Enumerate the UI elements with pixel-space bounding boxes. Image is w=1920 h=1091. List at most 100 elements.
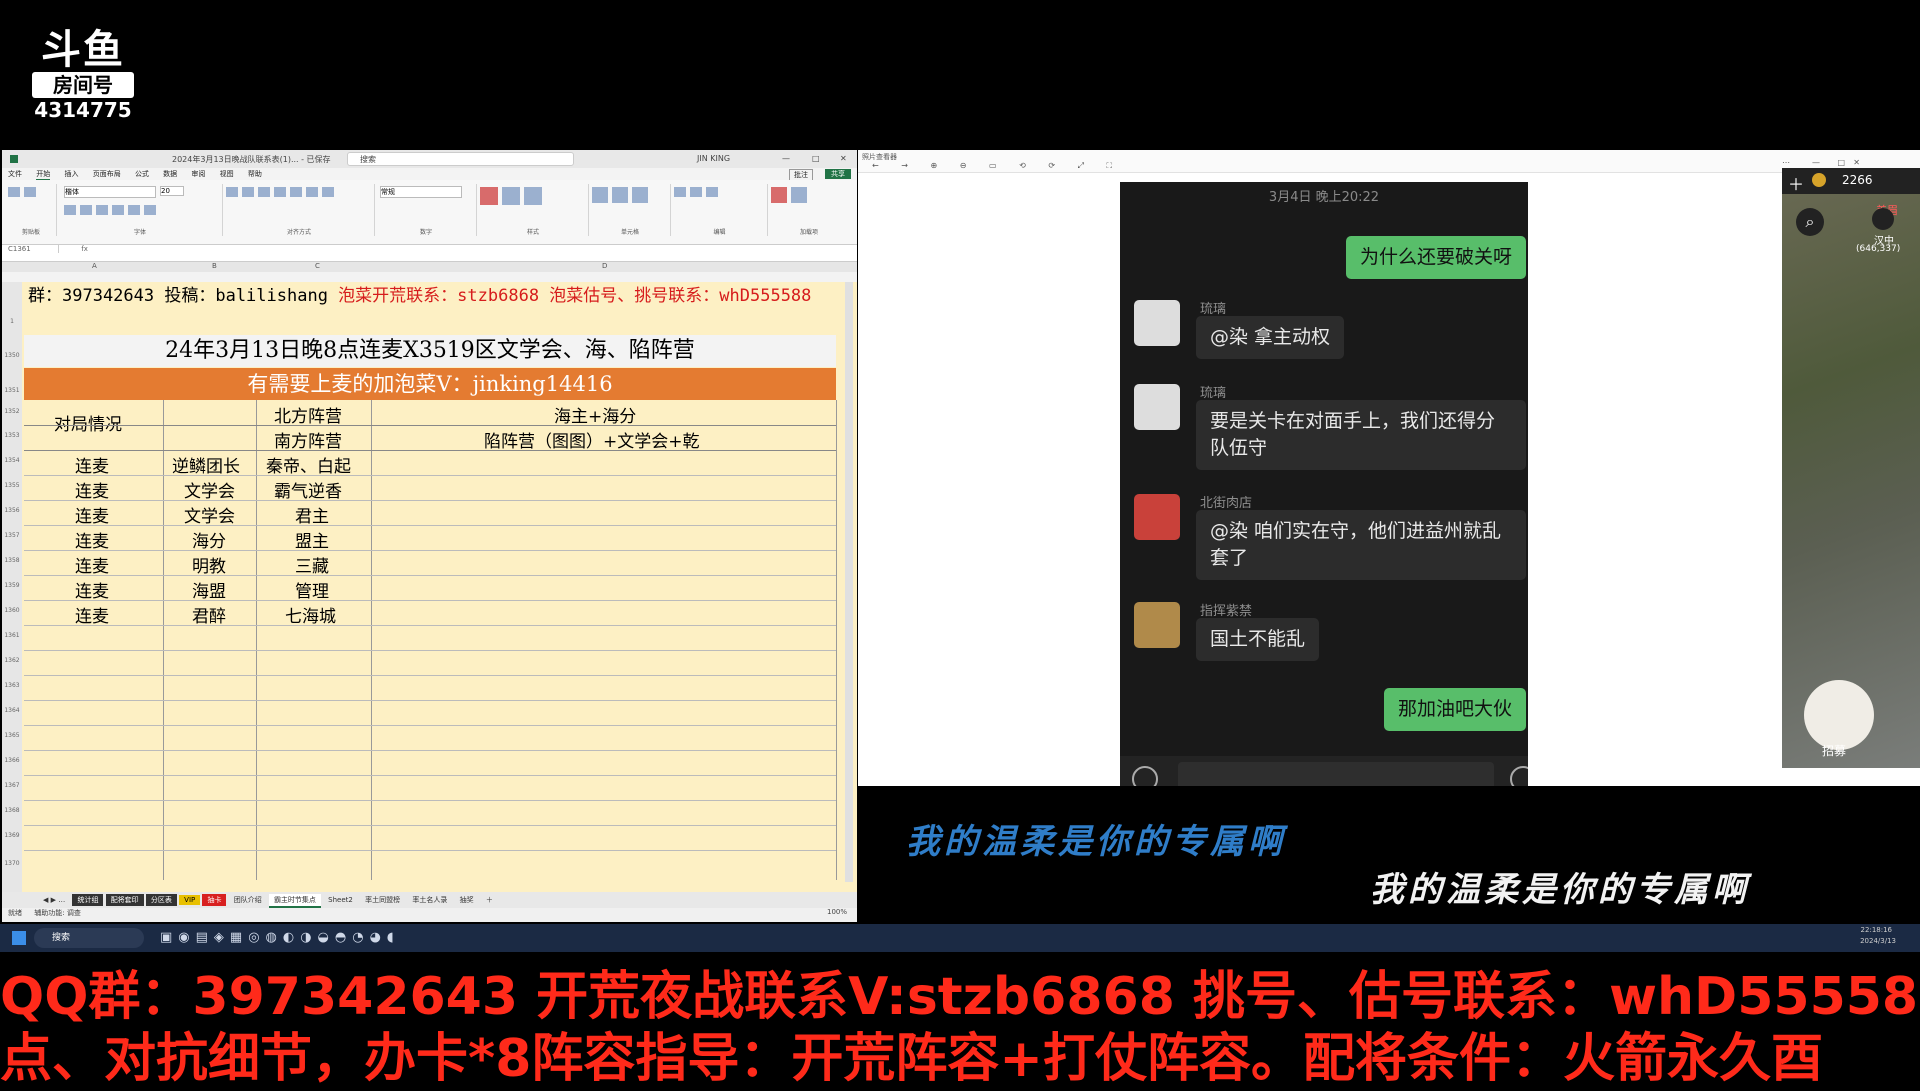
menu-view[interactable]: 视图 xyxy=(220,169,234,179)
minimize-icon[interactable]: — xyxy=(1812,158,1820,167)
ribbon-clipboard[interactable]: 剪贴板 xyxy=(6,184,57,236)
table-cell[interactable]: 君醉 xyxy=(192,602,226,627)
start-icon[interactable] xyxy=(12,931,26,945)
table-cell[interactable]: 霸气逆香 xyxy=(274,477,342,502)
maximize-icon[interactable]: □ xyxy=(812,154,820,163)
north-camp-label[interactable]: 北方阵营 xyxy=(274,402,342,427)
minimize-icon[interactable]: — xyxy=(782,154,790,163)
row-number[interactable]: 1369 xyxy=(2,832,22,839)
taskbar-app-icons[interactable]: ▣◉▤◈▦◎◍◐◑◒◓◔◕◖ xyxy=(160,930,400,945)
row-number[interactable]: 1357 xyxy=(2,532,22,539)
menu-formulas[interactable]: 公式 xyxy=(135,169,149,179)
menu-page-layout[interactable]: 页面布局 xyxy=(93,169,121,179)
sheet-tab-active[interactable]: 霸主时节集点 xyxy=(268,894,321,908)
table-cell[interactable]: 连麦 xyxy=(75,577,109,602)
orange-banner[interactable]: 有需要上麦的加泡菜V：jinking14416 xyxy=(24,368,836,400)
col-header-d[interactable]: D xyxy=(602,262,607,270)
row-number[interactable]: 1364 xyxy=(2,707,22,714)
row-number[interactable]: 1352 xyxy=(2,408,22,415)
table-cell[interactable]: 文学会 xyxy=(184,477,235,502)
row-number[interactable]: 1356 xyxy=(2,507,22,514)
recruit-label[interactable]: 招募 xyxy=(1822,742,1846,759)
taskbar-time[interactable]: 22:18:16 xyxy=(1861,926,1892,934)
font-size-select[interactable]: 20 xyxy=(160,186,184,196)
table-cell[interactable]: 连麦 xyxy=(75,477,109,502)
row-number[interactable]: 1 xyxy=(2,318,22,325)
ribbon-alignment[interactable]: 对齐方式 xyxy=(224,184,375,236)
sheet-tab[interactable]: 配将套印 xyxy=(105,894,144,906)
table-cell[interactable]: 连麦 xyxy=(75,452,109,477)
sheet-tab[interactable]: 分区表 xyxy=(145,894,177,906)
row-number[interactable]: 1368 xyxy=(2,807,22,814)
sheet-tab[interactable]: VIP xyxy=(179,895,201,905)
row-number[interactable]: 1358 xyxy=(2,557,22,564)
table-cell[interactable]: 连麦 xyxy=(75,502,109,527)
row-number[interactable]: 1370 xyxy=(2,860,22,867)
south-camp-detail[interactable]: 陷阵营（图图）+文学会+乾 xyxy=(484,427,700,452)
ribbon-addins[interactable]: 加载项 xyxy=(769,184,849,236)
table-cell[interactable]: 三藏 xyxy=(295,552,329,577)
col-header-a[interactable]: A xyxy=(92,262,97,270)
row-number[interactable]: 1367 xyxy=(2,782,22,789)
table-cell[interactable]: 七海城 xyxy=(285,602,336,627)
table-cell[interactable]: 逆鳞团长 xyxy=(172,452,240,477)
row-number[interactable]: 1359 xyxy=(2,582,22,589)
table-cell[interactable]: 明教 xyxy=(192,552,226,577)
excel-search-box[interactable]: 搜索 xyxy=(347,152,574,166)
col-header-b[interactable]: B xyxy=(212,262,217,270)
row-number[interactable]: 1361 xyxy=(2,632,22,639)
sheet-grid[interactable]: 1 1350 1351 1352 1353 1354 1355 1356 135… xyxy=(2,282,857,892)
menu-review[interactable]: 审阅 xyxy=(191,169,205,179)
excel-search-input[interactable]: 搜索 xyxy=(360,154,376,165)
search-icon[interactable]: ⌕ xyxy=(1796,208,1824,236)
row-number[interactable]: 1363 xyxy=(2,682,22,689)
ribbon-number[interactable]: 常规 数字 xyxy=(376,184,477,236)
excel-user[interactable]: JIN KING xyxy=(697,154,730,163)
header-contact-row[interactable]: 群：397342643 投稿：balilishang 泡菜开荒联系：stzb68… xyxy=(24,282,836,334)
number-format-select[interactable]: 常规 xyxy=(380,186,462,198)
row-number[interactable]: 1353 xyxy=(2,432,22,439)
table-cell[interactable]: 秦帝、白起 xyxy=(266,452,351,477)
ribbon-font[interactable]: 楷体 20 字体 xyxy=(58,184,223,236)
row-number[interactable]: 1355 xyxy=(2,482,22,489)
sheet-tab[interactable]: 统计组 xyxy=(72,894,104,906)
sheet-tab[interactable]: 抽奖 xyxy=(455,894,479,906)
row-number[interactable]: 1360 xyxy=(2,607,22,614)
ribbon-editing[interactable]: 编辑 xyxy=(672,184,768,236)
formula-bar[interactable]: C1361 fx xyxy=(2,245,857,262)
zoom-level[interactable]: 100% xyxy=(827,908,847,916)
table-cell[interactable]: 君主 xyxy=(295,502,329,527)
sheet-tab[interactable]: 团队介绍 xyxy=(229,894,267,906)
share-button[interactable]: 共享 xyxy=(825,169,851,179)
menu-data[interactable]: 数据 xyxy=(163,169,177,179)
row-number[interactable]: 1365 xyxy=(2,732,22,739)
row-number[interactable]: 1362 xyxy=(2,657,22,664)
label-match-status[interactable]: 对局情况 xyxy=(54,410,122,435)
south-camp-label[interactable]: 南方阵营 xyxy=(274,427,342,452)
add-icon[interactable]: ＋ xyxy=(1788,171,1804,195)
north-camp-detail[interactable]: 海主+海分 xyxy=(554,402,636,427)
location-pin-icon[interactable] xyxy=(1872,208,1894,230)
ribbon-cells[interactable]: 单元格 xyxy=(590,184,671,236)
sheet-tab[interactable]: 率土名人录 xyxy=(407,894,452,906)
row-number[interactable]: 1350 xyxy=(2,352,22,359)
sheet-title[interactable]: 24年3月13日晚8点连麦X3519区文学会、海、陷阵营 xyxy=(24,335,836,367)
table-cell[interactable]: 连麦 xyxy=(75,602,109,627)
recruit-icon[interactable] xyxy=(1804,680,1874,750)
table-cell[interactable]: 连麦 xyxy=(75,552,109,577)
menu-file[interactable]: 文件 xyxy=(8,169,22,179)
vertical-scrollbar[interactable] xyxy=(845,282,853,882)
table-cell[interactable]: 文学会 xyxy=(184,502,235,527)
status-accessibility[interactable]: 辅助功能: 调查 xyxy=(34,909,81,917)
sheet-tab[interactable]: Sheet2 xyxy=(323,895,358,905)
tab-prev-icon[interactable]: ◀ ▶ … xyxy=(38,895,70,905)
maximize-icon[interactable]: □ xyxy=(1837,158,1845,167)
table-cell[interactable]: 盟主 xyxy=(295,527,329,552)
menu-home[interactable]: 开始 xyxy=(36,169,51,180)
table-cell[interactable]: 连麦 xyxy=(75,527,109,552)
taskbar-search[interactable]: 搜索 xyxy=(34,928,144,948)
col-header-c[interactable]: C xyxy=(315,262,320,270)
taskbar-date[interactable]: 2024/3/13 xyxy=(1860,937,1896,945)
viewer-tool-icons[interactable]: ← → ⊕ ⊖ ▭ ⟲ ⟳ ⤢ ⛶ xyxy=(872,161,1122,171)
sheet-tab[interactable]: 率土同盟榜 xyxy=(360,894,405,906)
